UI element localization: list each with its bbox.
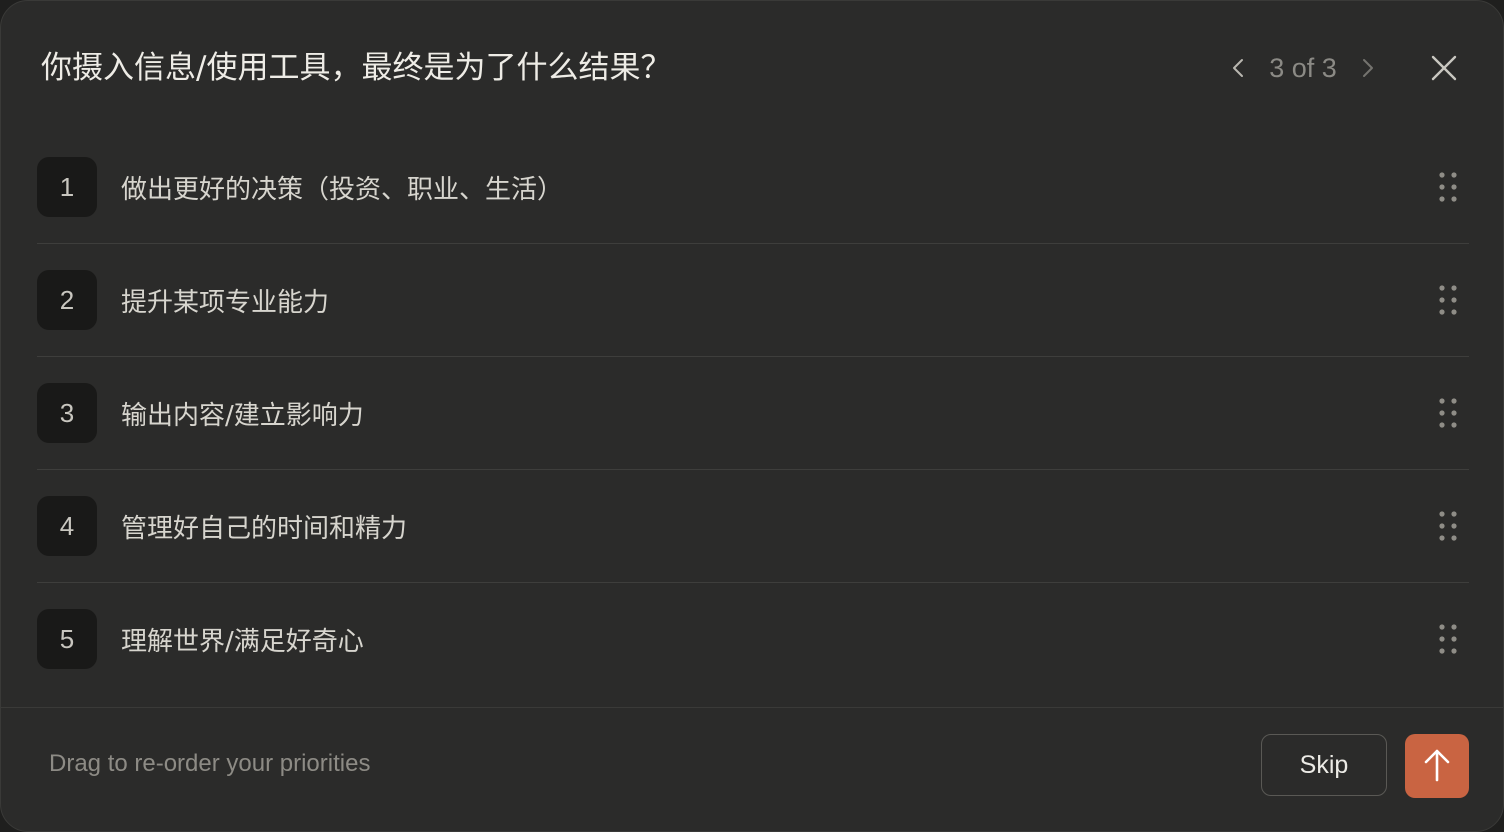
submit-button[interactable] <box>1405 734 1469 798</box>
rank-badge: 2 <box>37 270 97 330</box>
priority-item[interactable]: 4 管理好自己的时间和精力 <box>37 470 1469 583</box>
rank-badge: 5 <box>37 609 97 669</box>
close-icon <box>1431 55 1457 81</box>
priority-list: 1 做出更好的决策（投资、职业、生活） 2 提升某项专业能力 3 输出内容/建立… <box>37 131 1469 695</box>
rank-badge: 1 <box>37 157 97 217</box>
dialog-title: 你摄入信息/使用工具，最终是为了什么结果？ <box>41 50 672 86</box>
priority-item[interactable]: 3 输出内容/建立影响力 <box>37 357 1469 470</box>
drag-handle-icon[interactable] <box>1437 284 1459 316</box>
skip-button[interactable]: Skip <box>1261 734 1387 796</box>
priority-label: 管理好自己的时间和精力 <box>121 513 408 544</box>
rank-badge: 4 <box>37 496 97 556</box>
pager-status: 3 of 3 <box>1269 52 1337 83</box>
priority-label: 输出内容/建立影响力 <box>121 400 364 431</box>
pager: 3 of 3 <box>1221 45 1385 91</box>
close-button[interactable] <box>1421 45 1467 91</box>
priority-label: 做出更好的决策（投资、职业、生活） <box>121 174 564 205</box>
next-button[interactable] <box>1351 45 1385 91</box>
drag-hint: Drag to re-order your priorities <box>49 750 371 777</box>
chevron-right-icon <box>1363 59 1373 77</box>
priority-item[interactable]: 2 提升某项专业能力 <box>37 244 1469 357</box>
drag-handle-icon[interactable] <box>1437 510 1459 542</box>
rank-badge: 3 <box>37 383 97 443</box>
previous-button[interactable] <box>1221 45 1255 91</box>
chevron-left-icon <box>1233 59 1243 77</box>
priority-dialog: 你摄入信息/使用工具，最终是为了什么结果？ 3 of 3 1 做出更好的决策（投… <box>0 0 1504 832</box>
dialog-header: 你摄入信息/使用工具，最终是为了什么结果？ 3 of 3 <box>1 1 1503 135</box>
priority-item[interactable]: 5 理解世界/满足好奇心 <box>37 583 1469 695</box>
priority-label: 理解世界/满足好奇心 <box>121 626 364 657</box>
arrow-up-icon <box>1405 734 1469 798</box>
priority-label: 提升某项专业能力 <box>121 287 330 318</box>
drag-handle-icon[interactable] <box>1437 397 1459 429</box>
drag-handle-icon[interactable] <box>1437 623 1459 655</box>
dialog-footer: Drag to re-order your priorities Skip <box>1 707 1503 831</box>
priority-item[interactable]: 1 做出更好的决策（投资、职业、生活） <box>37 131 1469 244</box>
drag-handle-icon[interactable] <box>1437 171 1459 203</box>
